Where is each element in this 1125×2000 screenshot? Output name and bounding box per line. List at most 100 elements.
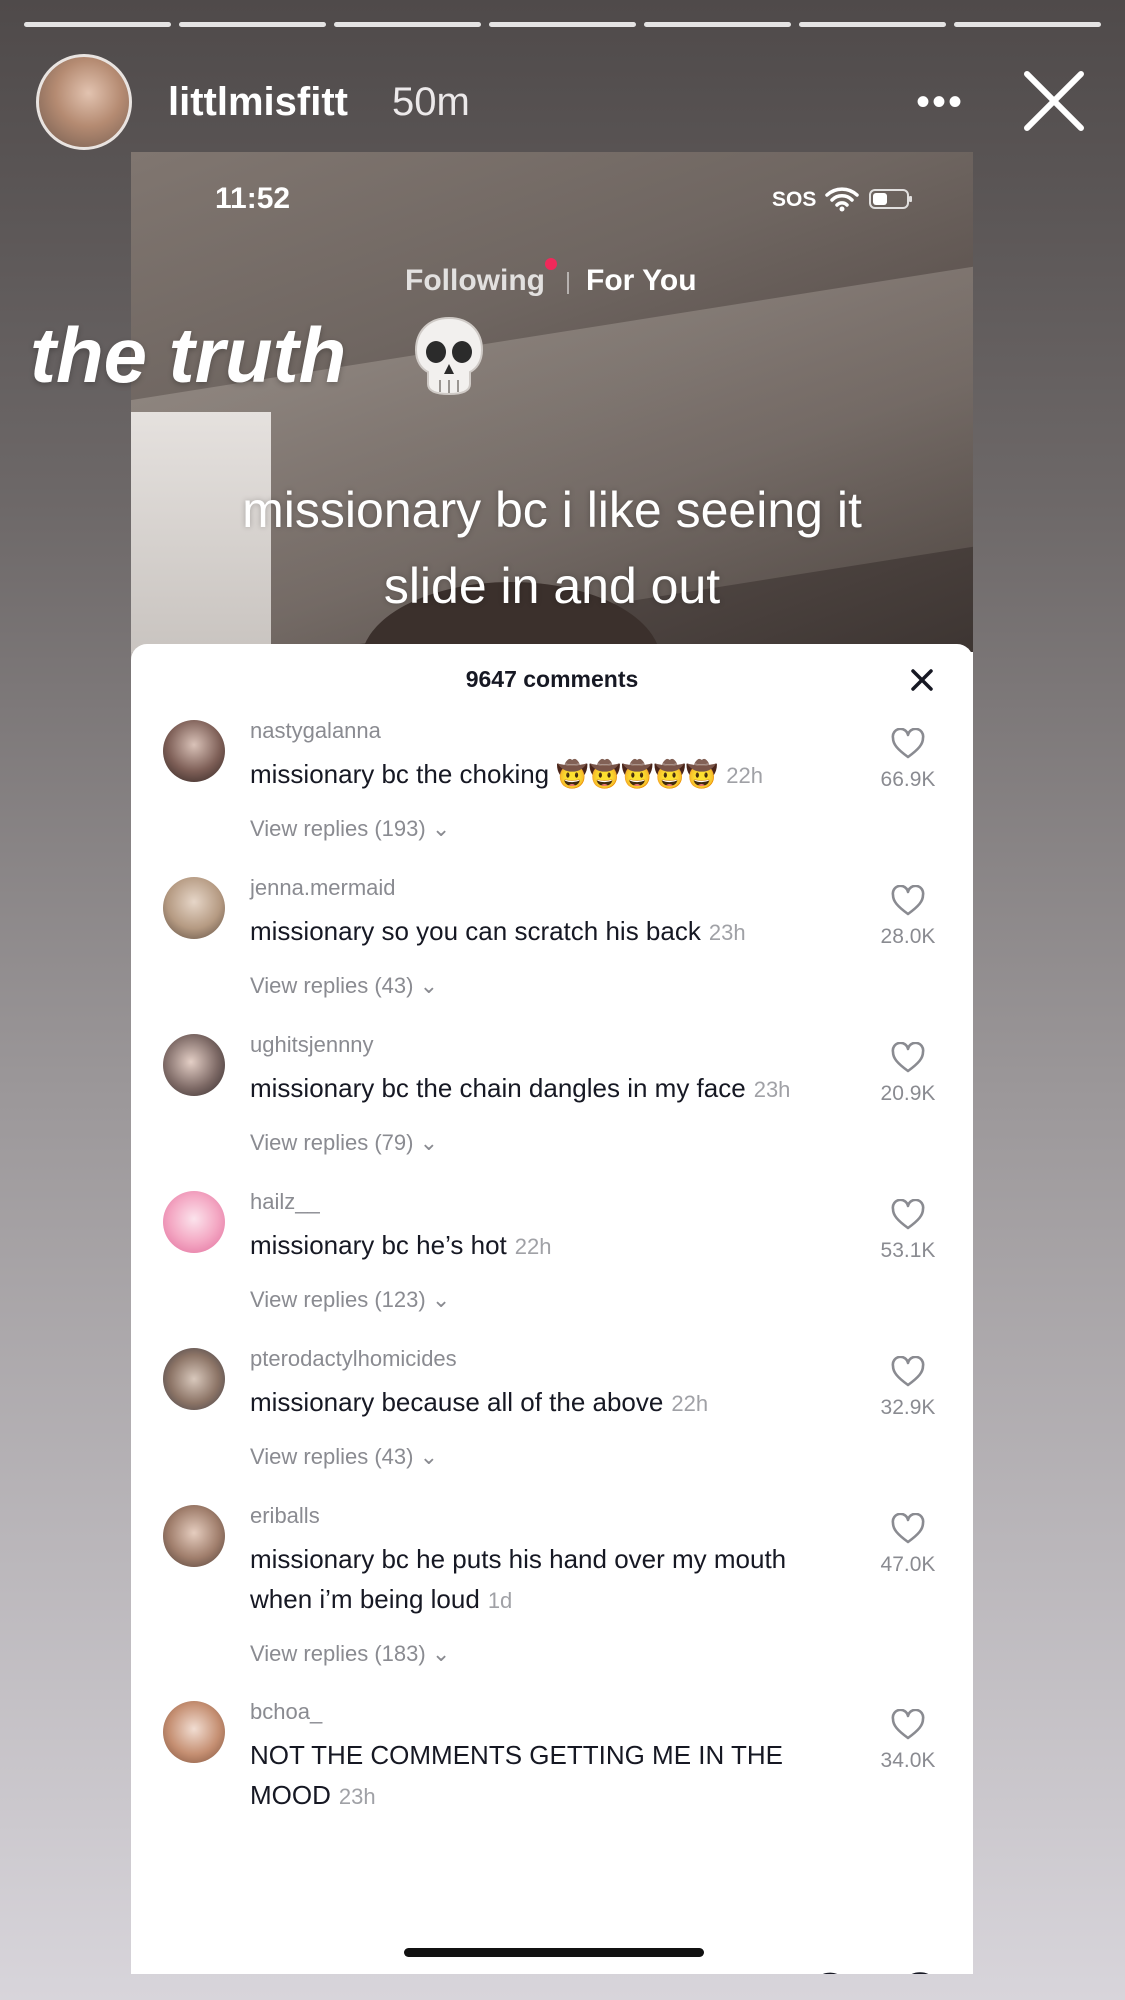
- chevron-down-icon: ⌄: [431, 1287, 451, 1312]
- story-age: 50m: [392, 80, 470, 124]
- profile-avatar[interactable]: [36, 54, 132, 150]
- skull-icon: [414, 316, 484, 396]
- replies-label: View replies (43): [250, 973, 414, 998]
- progress-segment: [954, 22, 1101, 27]
- replies-label: View replies (123): [250, 1287, 426, 1312]
- comment-body: missionary bc the choking: [250, 759, 550, 789]
- caption-line: slide in and out: [383, 558, 721, 614]
- progress-segment: [334, 22, 481, 27]
- view-replies-link[interactable]: View replies (43) ⌄: [250, 973, 438, 999]
- add-comment-bar: [131, 1956, 973, 1974]
- avatar[interactable]: [163, 1034, 225, 1096]
- tab-following[interactable]: Following: [405, 264, 545, 298]
- comment-text: missionary bc the chain dangles in my fa…: [250, 1068, 830, 1110]
- chevron-down-icon: ⌄: [431, 816, 451, 841]
- mention-icon[interactable]: [807, 1970, 853, 1974]
- shared-screenshot: 11:52 SOS Following For You missionary b…: [131, 152, 973, 1974]
- like-count: 34.0K: [880, 1749, 936, 1772]
- progress-segment: [489, 22, 636, 27]
- comment-time: 22h: [514, 1234, 552, 1259]
- replies-label: View replies (43): [250, 1444, 414, 1469]
- comment-time: 22h: [726, 763, 763, 788]
- status-time: 11:52: [215, 182, 291, 215]
- heart-icon[interactable]: [891, 1709, 925, 1741]
- comment-body: missionary bc the chain dangles in my fa…: [250, 1073, 746, 1103]
- like-count: 47.0K: [880, 1553, 936, 1576]
- like-count: 66.9K: [880, 768, 936, 791]
- comment-text: NOT THE COMMENTS GETTING ME IN THE MOOD 2…: [250, 1735, 830, 1817]
- chevron-down-icon: ⌄: [419, 973, 439, 998]
- progress-segment: [799, 22, 946, 27]
- close-icon[interactable]: [1019, 66, 1089, 136]
- cowboy-emoji: 🤠🤠🤠🤠🤠: [556, 759, 719, 789]
- like-count: 53.1K: [880, 1239, 936, 1262]
- story-progress-bar: [24, 22, 1101, 27]
- comments-sheet: 9647 comments nastygalanna missionary bc…: [131, 644, 973, 1974]
- emoji-icon[interactable]: [897, 1970, 943, 1974]
- heart-icon[interactable]: [891, 1042, 925, 1074]
- view-replies-link[interactable]: View replies (123) ⌄: [250, 1287, 450, 1313]
- more-options-icon[interactable]: •••: [916, 82, 976, 122]
- view-replies-link[interactable]: View replies (193) ⌄: [250, 816, 450, 842]
- comment-text: missionary so you can scratch his back 23…: [250, 911, 830, 953]
- heart-icon[interactable]: [891, 1356, 925, 1388]
- comment-username[interactable]: nastygalanna: [250, 718, 381, 744]
- avatar[interactable]: [163, 1701, 225, 1763]
- video-caption: missionary bc i like seeing it slide in …: [131, 472, 973, 624]
- comment-time: 1d: [487, 1588, 513, 1613]
- comment-time: 22h: [671, 1391, 709, 1416]
- comment-body: missionary so you can scratch his back: [250, 916, 701, 946]
- like-count: 32.9K: [880, 1396, 936, 1419]
- comment-body: missionary bc he puts his hand over my m…: [250, 1544, 787, 1614]
- avatar[interactable]: [163, 877, 225, 939]
- view-replies-link[interactable]: View replies (183) ⌄: [250, 1641, 450, 1667]
- replies-label: View replies (193): [250, 816, 426, 841]
- comment-time: 23h: [708, 920, 746, 945]
- like-count: 20.9K: [880, 1082, 936, 1105]
- comment-body: NOT THE COMMENTS GETTING ME IN THE MOOD: [250, 1740, 784, 1810]
- comment-text: missionary bc he’s hot 22h: [250, 1225, 830, 1267]
- comment-username[interactable]: ughitsjennny: [250, 1032, 374, 1058]
- tab-for-you[interactable]: For You: [586, 264, 697, 298]
- heart-icon[interactable]: [891, 885, 925, 917]
- chevron-down-icon: ⌄: [419, 1444, 439, 1469]
- comment-text: missionary bc the choking 🤠🤠🤠🤠🤠 22h: [250, 754, 830, 796]
- add-comment-input[interactable]: [167, 1964, 691, 1974]
- avatar[interactable]: [163, 1191, 225, 1253]
- story-header: littlmisfitt 50m •••: [36, 52, 1089, 152]
- comment-username[interactable]: hailz__: [250, 1189, 320, 1215]
- progress-segment: [644, 22, 791, 27]
- avatar[interactable]: [163, 720, 225, 782]
- progress-segment: [179, 22, 326, 27]
- video-background: 11:52 SOS Following For You missionary b…: [131, 152, 973, 742]
- comment-body: missionary because all of the above: [250, 1387, 664, 1417]
- view-replies-link[interactable]: View replies (43) ⌄: [250, 1444, 438, 1470]
- replies-label: View replies (183): [250, 1641, 426, 1666]
- comment-time: 23h: [753, 1077, 791, 1102]
- comment-username[interactable]: pterodactylhomicides: [250, 1346, 457, 1372]
- heart-icon[interactable]: [891, 1199, 925, 1231]
- heart-icon[interactable]: [891, 1513, 925, 1545]
- like-count: 28.0K: [880, 925, 936, 948]
- comment-text: missionary because all of the above 22h: [250, 1382, 830, 1424]
- avatar[interactable]: [163, 1505, 225, 1567]
- comment-username[interactable]: jenna.mermaid: [250, 875, 396, 901]
- replies-label: View replies (79): [250, 1130, 414, 1155]
- battery-icon: [869, 189, 912, 209]
- comments-count-title: 9647 comments: [465, 666, 639, 692]
- comment-username[interactable]: eriballs: [250, 1503, 320, 1529]
- notification-dot: [545, 258, 557, 270]
- tab-divider: [567, 272, 569, 294]
- comment-username[interactable]: bchoa_: [250, 1699, 322, 1725]
- comment-time: 23h: [338, 1784, 376, 1809]
- comment-body: missionary bc he’s hot: [250, 1230, 507, 1260]
- home-indicator: [404, 1948, 704, 1957]
- view-replies-link[interactable]: View replies (79) ⌄: [250, 1130, 438, 1156]
- story-username[interactable]: littlmisfitt: [168, 80, 348, 125]
- avatar[interactable]: [163, 1348, 225, 1410]
- wifi-icon: [825, 187, 859, 212]
- heart-icon[interactable]: [891, 728, 925, 760]
- close-icon[interactable]: [908, 666, 936, 694]
- caption-line: missionary bc i like seeing it: [242, 482, 862, 538]
- progress-segment: [24, 22, 171, 27]
